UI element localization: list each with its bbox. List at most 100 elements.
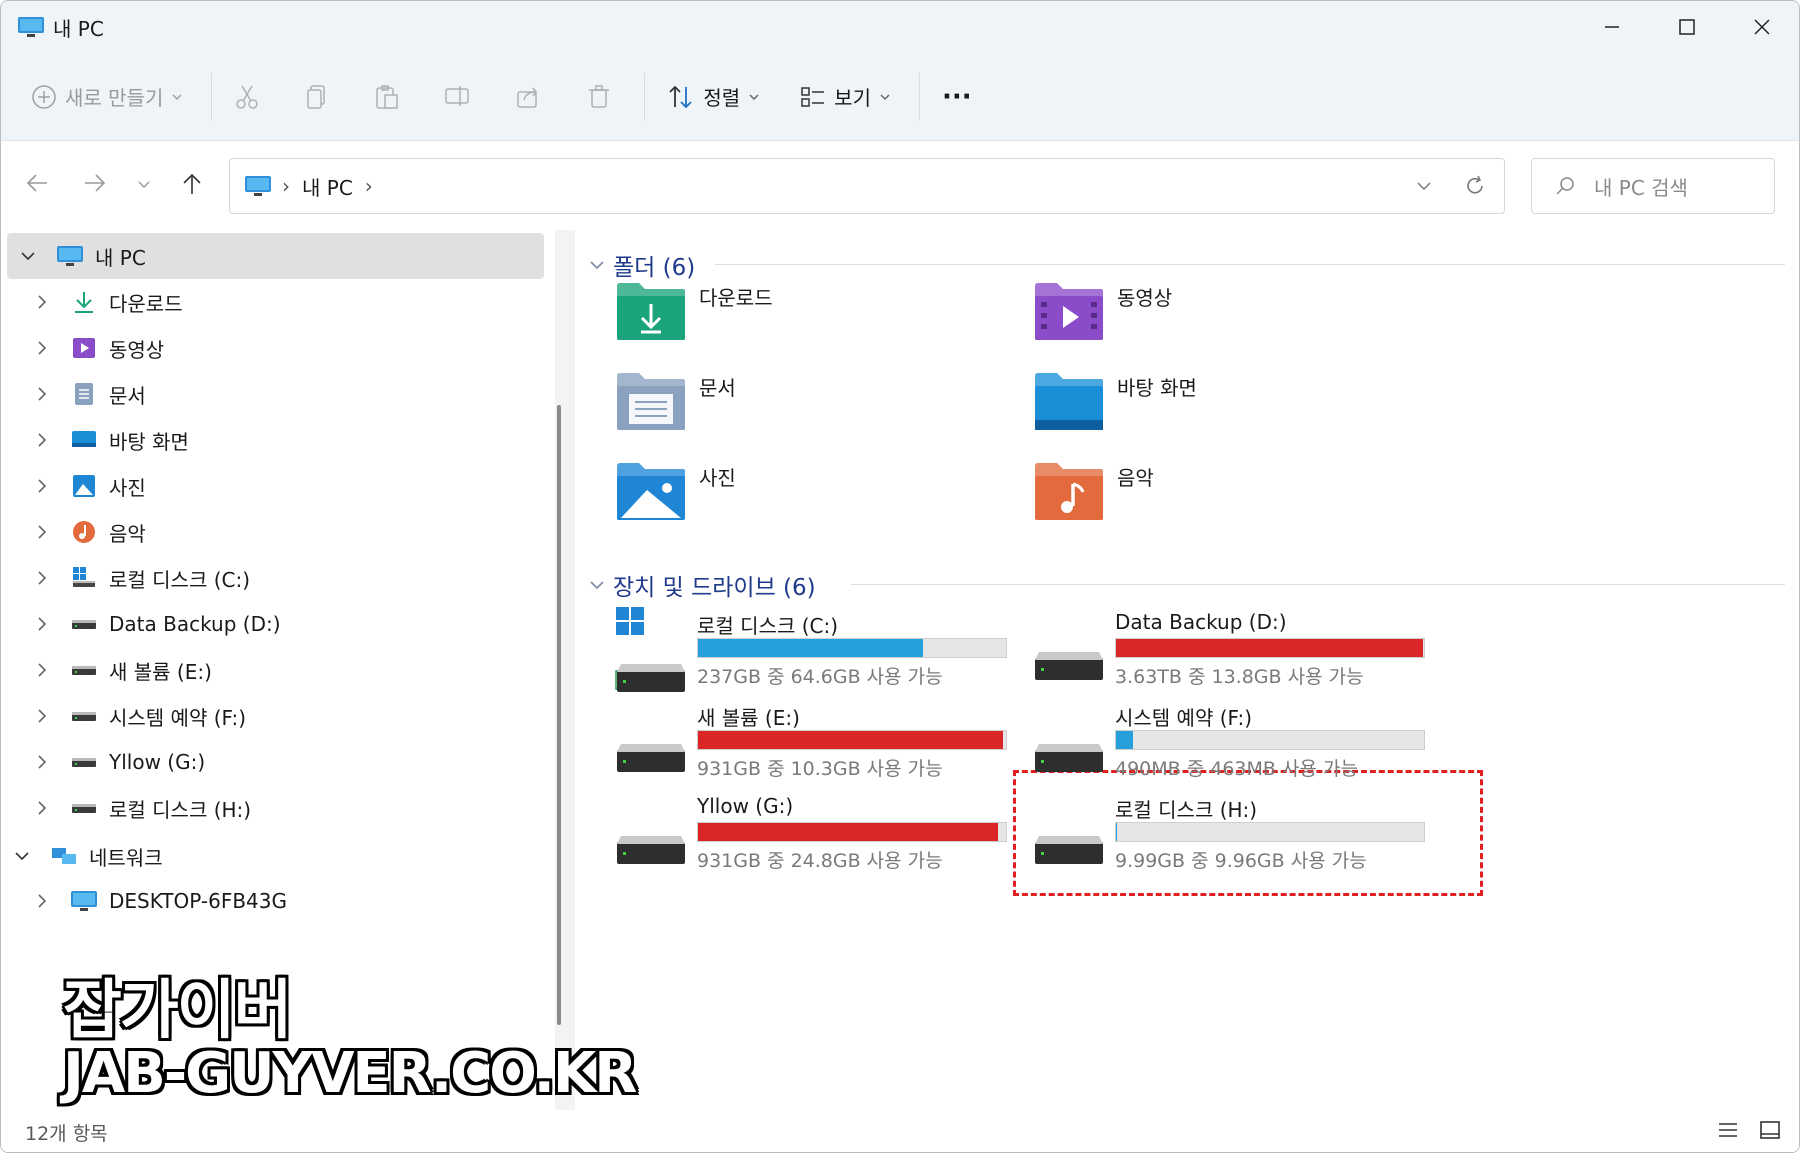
refresh-icon[interactable] <box>1464 175 1486 197</box>
folder-item[interactable]: 다운로드 <box>615 280 773 346</box>
address-history-chevron-icon[interactable] <box>1416 181 1432 191</box>
folder-item[interactable]: 동영상 <box>1033 280 1172 346</box>
chevron-right-icon[interactable] <box>36 524 48 540</box>
chevron-down-icon[interactable] <box>14 850 30 862</box>
nav-item-label: 사진 <box>109 475 146 500</box>
drive-usage-bar <box>697 822 1007 842</box>
folder-item[interactable]: 음악 <box>1033 460 1154 526</box>
nav-item[interactable]: Yllow (G:) <box>1 739 546 785</box>
tiles-view-icon[interactable] <box>1759 1120 1781 1140</box>
drive-item[interactable]: Data Backup (D:) 3.63TB 중 13.8GB 사용 가능 <box>1033 610 1433 694</box>
nav-expand-toggle[interactable] <box>29 893 55 909</box>
nav-expand-toggle[interactable] <box>15 250 41 262</box>
minimize-button[interactable] <box>1574 1 1649 53</box>
drive-item[interactable]: 로컬 디스크 (H:) 9.99GB 중 9.96GB 사용 가능 <box>1033 794 1433 878</box>
breadcrumb-separator-icon[interactable]: › <box>365 174 373 198</box>
nav-expand-toggle[interactable] <box>29 432 55 448</box>
nav-item[interactable]: 네트워크 <box>1 833 546 879</box>
nav-expand-toggle[interactable] <box>29 294 55 310</box>
folder-item[interactable]: 사진 <box>615 460 736 526</box>
nav-expand-toggle[interactable] <box>29 662 55 678</box>
address-bar[interactable]: › 내 PC › <box>229 158 1505 214</box>
desktop-icon <box>69 427 99 453</box>
recent-locations-chevron-icon[interactable] <box>137 180 151 190</box>
details-view-icon[interactable] <box>1717 1120 1739 1140</box>
drive-item[interactable]: 시스템 예약 (F:) 490MB 중 463MB 사용 가능 <box>1033 702 1433 786</box>
nav-item[interactable]: DESKTOP-6FB43G <box>1 878 546 924</box>
close-button[interactable] <box>1724 1 1799 53</box>
nav-item[interactable]: 시스템 예약 (F:) <box>1 693 546 739</box>
chevron-right-icon[interactable] <box>36 662 48 678</box>
rename-button[interactable] <box>444 84 472 110</box>
nav-expand-toggle[interactable] <box>29 340 55 356</box>
drive-item[interactable]: 새 볼륨 (E:) 931GB 중 10.3GB 사용 가능 <box>615 702 1015 786</box>
drive-icon <box>69 749 99 775</box>
nav-expand-toggle[interactable] <box>29 478 55 494</box>
chevron-right-icon[interactable] <box>36 340 48 356</box>
chevron-right-icon[interactable] <box>36 432 48 448</box>
nav-item[interactable]: 내 PC <box>7 233 544 279</box>
breadcrumb-separator-icon[interactable]: › <box>282 174 290 198</box>
chevron-right-icon[interactable] <box>36 800 48 816</box>
more-options-button[interactable]: ··· <box>942 82 972 112</box>
chevron-down-icon <box>590 581 604 590</box>
drive-icon <box>69 611 99 637</box>
chevron-right-icon[interactable] <box>36 893 48 909</box>
copy-button[interactable] <box>304 84 330 110</box>
chevron-right-icon[interactable] <box>36 708 48 724</box>
nav-item[interactable]: 동영상 <box>1 325 546 371</box>
nav-scrollbar-thumb[interactable] <box>557 405 561 1025</box>
nav-item[interactable]: 음악 <box>1 509 546 555</box>
drive-item[interactable]: Yllow (G:) 931GB 중 24.8GB 사용 가능 <box>615 794 1015 878</box>
maximize-icon <box>1678 19 1695 35</box>
nav-expand-toggle[interactable] <box>29 754 55 770</box>
chevron-right-icon[interactable] <box>36 294 48 310</box>
toolbar-divider <box>918 72 920 121</box>
paste-button[interactable] <box>374 84 400 110</box>
nav-item[interactable]: 다운로드 <box>1 279 546 325</box>
new-button[interactable]: 새로 만들기 <box>31 82 183 111</box>
cut-button[interactable] <box>234 84 260 110</box>
up-arrow-icon[interactable] <box>181 172 203 196</box>
nav-item-label: 로컬 디스크 (C:) <box>109 567 251 592</box>
nav-item[interactable]: 사진 <box>1 463 546 509</box>
nav-item[interactable]: 문서 <box>1 371 546 417</box>
share-button[interactable] <box>516 84 542 110</box>
scissors-icon <box>236 85 259 109</box>
folder-item[interactable]: 바탕 화면 <box>1033 370 1197 436</box>
nav-expand-toggle[interactable] <box>29 386 55 402</box>
drives-group-header[interactable]: 장치 및 드라이브 (6) <box>589 568 816 602</box>
nav-scrollbar[interactable] <box>555 230 575 1110</box>
chevron-right-icon[interactable] <box>36 616 48 632</box>
chevron-right-icon[interactable] <box>36 386 48 402</box>
forward-arrow-icon[interactable] <box>83 172 107 194</box>
delete-button[interactable] <box>586 84 612 110</box>
nav-item[interactable]: Data Backup (D:) <box>1 601 546 647</box>
chevron-right-icon[interactable] <box>36 570 48 586</box>
folders-group-header[interactable]: 폴더 (6) <box>589 248 695 282</box>
nav-expand-toggle[interactable] <box>29 524 55 540</box>
drive-item[interactable]: 로컬 디스크 (C:) 237GB 중 64.6GB 사용 가능 <box>615 607 1015 694</box>
minimize-icon <box>1604 26 1619 28</box>
sort-button[interactable]: 정렬 <box>667 82 760 111</box>
maximize-button[interactable] <box>1649 1 1724 53</box>
nav-expand-toggle[interactable] <box>29 616 55 632</box>
search-box[interactable]: 내 PC 검색 <box>1531 158 1775 214</box>
nav-item[interactable]: 새 볼륨 (E:) <box>1 647 546 693</box>
view-button[interactable]: 보기 <box>800 82 891 111</box>
nav-item[interactable]: 로컬 디스크 (H:) <box>1 785 546 831</box>
chevron-right-icon[interactable] <box>36 478 48 494</box>
breadcrumb-pc[interactable]: 내 PC <box>302 172 353 201</box>
nav-expand-toggle[interactable] <box>29 570 55 586</box>
nav-item[interactable]: 바탕 화면 <box>1 417 546 463</box>
back-arrow-icon[interactable] <box>25 172 49 194</box>
nav-item[interactable]: 로컬 디스크 (C:) <box>1 555 546 601</box>
chevron-right-icon[interactable] <box>36 754 48 770</box>
folder-item[interactable]: 문서 <box>615 370 736 436</box>
chevron-down-icon[interactable] <box>20 250 36 262</box>
drive-name: 로컬 디스크 (H:) <box>1115 798 1258 822</box>
nav-expand-toggle[interactable] <box>29 800 55 816</box>
drive-free-space: 237GB 중 64.6GB 사용 가능 <box>697 666 943 688</box>
nav-expand-toggle[interactable] <box>9 850 35 862</box>
nav-expand-toggle[interactable] <box>29 708 55 724</box>
